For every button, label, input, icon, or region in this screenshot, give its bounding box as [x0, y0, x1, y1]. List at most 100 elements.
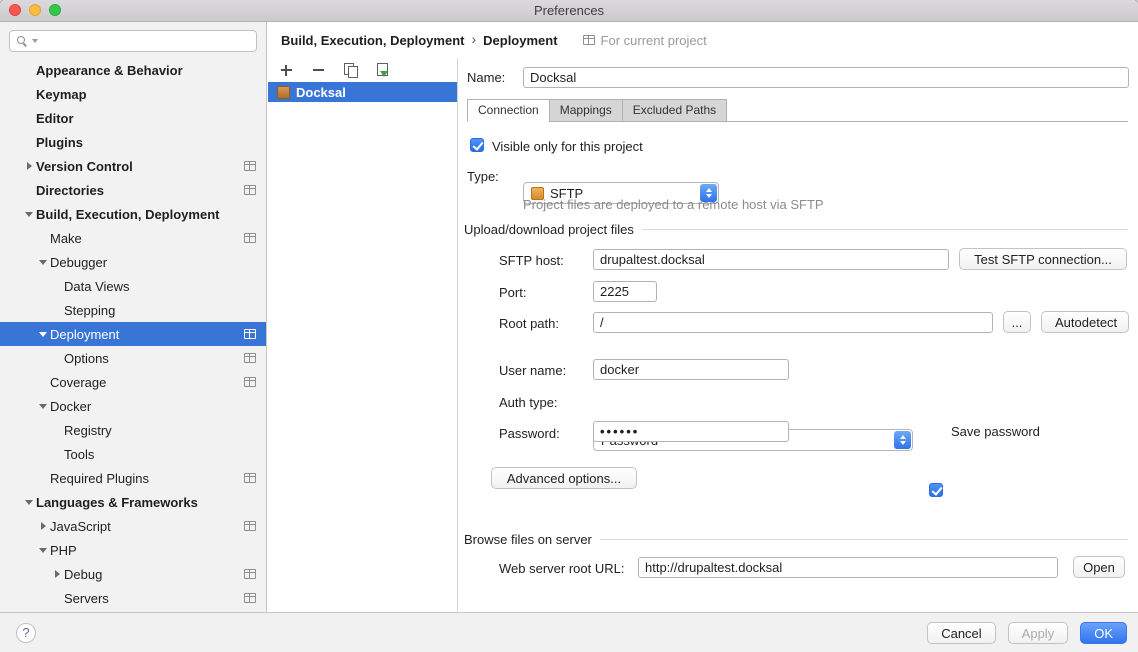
port-input[interactable]: [593, 281, 657, 302]
upload-section-title: Upload/download project files: [464, 222, 634, 237]
sftp-server-icon: [277, 86, 290, 99]
web-root-input[interactable]: [638, 557, 1058, 578]
sidebar-item-appearance-behavior[interactable]: Appearance & Behavior: [0, 58, 266, 82]
test-sftp-connection-button[interactable]: Test SFTP connection...: [959, 248, 1127, 270]
sidebar-item-tools[interactable]: Tools: [0, 442, 266, 466]
sidebar-item-keymap[interactable]: Keymap: [0, 82, 266, 106]
sidebar-item-label: Registry: [64, 423, 112, 438]
deployment-settings-panel: Name: ConnectionMappingsExcluded Paths V…: [459, 58, 1138, 612]
sidebar-item-label: Make: [50, 231, 82, 246]
per-project-settings-icon: [244, 521, 256, 531]
tree-expanded-arrow-icon[interactable]: [22, 500, 36, 505]
settings-search-box[interactable]: [9, 30, 257, 52]
server-list: Docksal: [268, 82, 457, 102]
sidebar-item-label: Build, Execution, Deployment: [36, 207, 219, 222]
per-project-settings-icon: [583, 35, 595, 45]
password-input[interactable]: [593, 421, 789, 442]
sidebar-item-languages-frameworks[interactable]: Languages & Frameworks: [0, 490, 266, 514]
add-server-button[interactable]: [278, 62, 294, 78]
open-url-button[interactable]: Open: [1073, 556, 1125, 578]
tree-expanded-arrow-icon[interactable]: [22, 212, 36, 217]
sidebar-item-editor[interactable]: Editor: [0, 106, 266, 130]
server-item-docksal[interactable]: Docksal: [268, 82, 457, 102]
per-project-settings-icon: [244, 185, 256, 195]
cancel-button[interactable]: Cancel: [927, 622, 995, 644]
sidebar-item-version-control[interactable]: Version Control: [0, 154, 266, 178]
sidebar-item-label: JavaScript: [50, 519, 111, 534]
sidebar-item-javascript[interactable]: JavaScript: [0, 514, 266, 538]
sidebar-item-data-views[interactable]: Data Views: [0, 274, 266, 298]
tab-mappings[interactable]: Mappings: [549, 99, 623, 122]
tab-excluded-paths[interactable]: Excluded Paths: [622, 99, 727, 122]
ok-button[interactable]: OK: [1080, 622, 1127, 644]
titlebar: Preferences: [0, 0, 1138, 22]
plus-icon: [281, 65, 292, 76]
advanced-options-button[interactable]: Advanced options...: [491, 467, 637, 489]
per-project-settings-icon: [244, 233, 256, 243]
sidebar-item-label: Debug: [64, 567, 102, 582]
tree-expanded-arrow-icon[interactable]: [36, 332, 50, 337]
sidebar-item-build-execution-deployment[interactable]: Build, Execution, Deployment: [0, 202, 266, 226]
project-scope-label: For current project: [601, 33, 707, 48]
sidebar-item-docker[interactable]: Docker: [0, 394, 266, 418]
sidebar-item-label: Languages & Frameworks: [36, 495, 198, 510]
per-project-settings-icon: [244, 569, 256, 579]
save-password-checkbox[interactable]: [929, 483, 943, 497]
upload-section-header: Upload/download project files: [464, 222, 1128, 237]
sidebar-item-options[interactable]: Options: [0, 346, 266, 370]
copy-server-button[interactable]: [342, 62, 358, 78]
user-name-input[interactable]: [593, 359, 789, 380]
sidebar-item-label: Plugins: [36, 135, 83, 150]
breadcrumb-section[interactable]: Build, Execution, Deployment: [281, 33, 464, 48]
browse-section-header: Browse files on server: [464, 532, 1128, 547]
sidebar-item-registry[interactable]: Registry: [0, 418, 266, 442]
remove-server-button[interactable]: [310, 62, 326, 78]
sidebar-item-debug[interactable]: Debug: [0, 562, 266, 586]
root-path-input[interactable]: [593, 312, 993, 333]
tab-connection[interactable]: Connection: [467, 99, 550, 122]
breadcrumb: Build, Execution, Deployment › Deploymen…: [268, 22, 1138, 58]
web-root-label: Web server root URL:: [499, 561, 624, 576]
sidebar-item-required-plugins[interactable]: Required Plugins: [0, 466, 266, 490]
sidebar-item-plugins[interactable]: Plugins: [0, 130, 266, 154]
sidebar-item-stepping[interactable]: Stepping: [0, 298, 266, 322]
autodetect-button[interactable]: Autodetect: [1041, 311, 1129, 333]
sidebar-item-servers[interactable]: Servers: [0, 586, 266, 610]
browse-section-title: Browse files on server: [464, 532, 592, 547]
sidebar-item-label: Appearance & Behavior: [36, 63, 183, 78]
sftp-host-label: SFTP host:: [499, 253, 564, 268]
browse-root-path-button[interactable]: ...: [1003, 311, 1031, 333]
paste-icon: [376, 63, 389, 77]
sidebar-item-label: Servers: [64, 591, 109, 606]
password-label: Password:: [499, 426, 560, 441]
footer-buttons: Cancel Apply OK: [927, 622, 1127, 644]
sidebar-item-coverage[interactable]: Coverage: [0, 370, 266, 394]
tree-collapsed-arrow-icon[interactable]: [22, 162, 36, 170]
tree-expanded-arrow-icon[interactable]: [36, 404, 50, 409]
apply-button[interactable]: Apply: [1008, 622, 1069, 644]
help-button[interactable]: ?: [16, 623, 36, 643]
per-project-settings-icon: [244, 473, 256, 483]
tree-collapsed-arrow-icon[interactable]: [36, 522, 50, 530]
sidebar-item-make[interactable]: Make: [0, 226, 266, 250]
sidebar-item-php[interactable]: PHP: [0, 538, 266, 562]
tree-collapsed-arrow-icon[interactable]: [50, 570, 64, 578]
sidebar-item-directories[interactable]: Directories: [0, 178, 266, 202]
visible-project-checkbox[interactable]: [470, 138, 484, 152]
search-input[interactable]: [42, 34, 250, 48]
sidebar-item-debugger[interactable]: Debugger: [0, 250, 266, 274]
paste-server-button[interactable]: [374, 62, 390, 78]
server-item-label: Docksal: [296, 85, 346, 100]
per-project-settings-icon: [244, 593, 256, 603]
tree-expanded-arrow-icon[interactable]: [36, 548, 50, 553]
sidebar-item-label: Required Plugins: [50, 471, 149, 486]
sidebar-item-label: Deployment: [50, 327, 119, 342]
tree-expanded-arrow-icon[interactable]: [36, 260, 50, 265]
auth-type-label: Auth type:: [499, 395, 558, 410]
sidebar-item-deployment[interactable]: Deployment: [0, 322, 266, 346]
name-input[interactable]: [523, 67, 1129, 88]
sftp-host-input[interactable]: [593, 249, 949, 270]
window-title: Preferences: [0, 0, 1138, 21]
server-toolbar: [268, 58, 457, 82]
search-history-chevron-icon[interactable]: [32, 39, 38, 43]
